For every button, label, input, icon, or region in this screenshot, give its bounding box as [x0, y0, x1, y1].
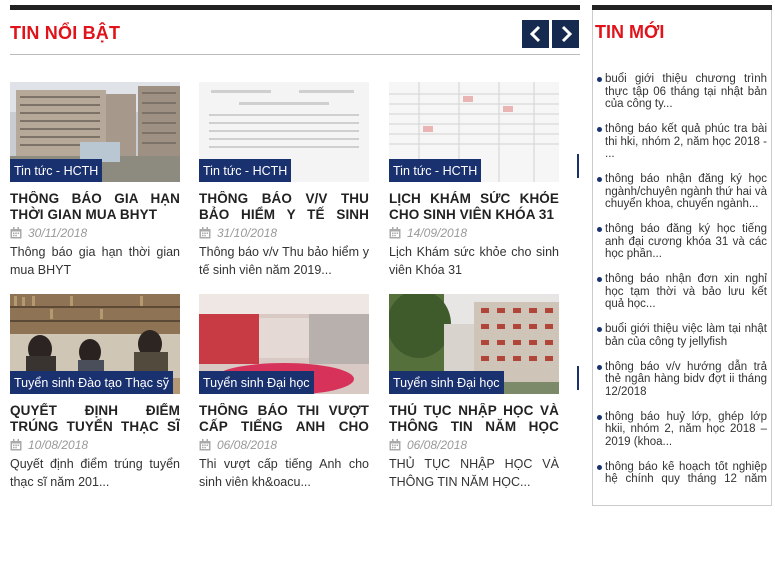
featured-title: TIN NỔI BẬT [10, 23, 121, 43]
news-thumbnail[interactable]: Tuyển sinh Đại học [199, 294, 369, 394]
category-badge[interactable]: Tin tức - HCTH [10, 159, 103, 182]
news-title[interactable]: THỦ TỤC NHẬP HỌC VÀ THÔNG TIN NĂM HỌC MỚ… [389, 403, 559, 435]
news-thumbnail[interactable]: Tuyển sinh Đào tạo Thạc sỹ [10, 294, 180, 394]
news-date-row: 31/10/2018 [199, 225, 369, 240]
slider-indicator [577, 366, 579, 390]
latest-news-item[interactable]: thông báo đăng ký học tiếng anh đại cươn… [597, 223, 767, 261]
latest-news-item[interactable]: thông báo nhận đăng ký học ngành/chuyên … [597, 173, 767, 211]
calendar-icon [199, 226, 211, 238]
news-card: Tuyển sinh Đại học THỦ TỤC NHẬP HỌC VÀ T… [389, 294, 559, 491]
news-date: 14/09/2018 [407, 225, 468, 240]
latest-news-list: buổi giới thiệu chương trình thực tập 06… [597, 73, 767, 498]
news-card: Tin tức - HCTH THÔNG BÁO GIA HẠN THỜI GI… [10, 82, 180, 279]
news-description: Lịch Khám sức khỏe cho sinh viên Khóa 31 [389, 245, 559, 277]
news-date-row: 10/08/2018 [10, 437, 180, 452]
news-description: Quyết định điểm trúng tuyển thạc sĩ năm … [10, 457, 180, 489]
next-button[interactable] [552, 20, 579, 48]
slider-indicator [577, 154, 579, 178]
latest-news-item[interactable]: buổi giới thiệu việc làm tại nhật bản củ… [597, 323, 767, 348]
latest-news-item[interactable]: thông báo kế hoạch tốt nghiệp hệ chính q… [597, 461, 767, 486]
calendar-icon [10, 438, 22, 450]
category-badge[interactable]: Tin tức - HCTH [199, 159, 292, 182]
news-date: 10/08/2018 [28, 437, 89, 452]
news-description: Thông báo gia hạn thời gian mua BHYT [10, 245, 180, 277]
latest-news-item[interactable]: thông báo v/v hướng dẫn trả thẻ ngân hàn… [597, 361, 767, 399]
calendar-icon [389, 438, 401, 450]
calendar-icon [199, 438, 211, 450]
news-card: Tin tức - HCTH LỊCH KHÁM SỨC KHỎE CHO SI… [389, 82, 559, 279]
news-date-row: 14/09/2018 [389, 225, 559, 240]
category-badge[interactable]: Tuyển sinh Đại học [199, 371, 314, 394]
news-title[interactable]: QUYẾT ĐỊNH ĐIỂM TRÚNG TUYỂN THẠC SĨ NĂM … [10, 403, 180, 435]
news-date: 06/08/2018 [407, 437, 468, 452]
calendar-icon [10, 226, 22, 238]
news-description: Thi vượt cấp tiếng Anh cho sinh viên kh&… [199, 457, 369, 489]
news-thumbnail[interactable]: Tin tức - HCTH [199, 82, 369, 182]
featured-news-section: TIN NỔI BẬT Tin tức - HCTH THÔNG BÁO GIA… [10, 5, 580, 489]
chevron-left-icon [529, 25, 540, 43]
news-thumbnail[interactable]: Tuyển sinh Đại học [389, 294, 559, 394]
sidebar-top-bar [592, 5, 772, 10]
news-title[interactable]: THÔNG BÁO THI VƯỢT CẤP TIẾNG ANH CHO SIN… [199, 403, 369, 435]
news-thumbnail[interactable]: Tin tức - HCTH [389, 82, 559, 182]
news-card: Tin tức - HCTH THÔNG BÁO V/V THU BẢO HIỂ… [199, 82, 369, 279]
latest-news-item[interactable]: thông báo kết quả phúc tra bài thi hki, … [597, 123, 767, 161]
news-card: Tuyển sinh Đại học THÔNG BÁO THI VƯỢT CẤ… [199, 294, 369, 491]
chevron-right-icon [561, 25, 572, 43]
news-date: 30/11/2018 [28, 225, 88, 240]
category-badge[interactable]: Tuyển sinh Đại học [389, 371, 504, 394]
news-title[interactable]: THÔNG BÁO GIA HẠN THỜI GIAN MUA BHYT [10, 191, 180, 223]
news-date-row: 30/11/2018 [10, 225, 180, 240]
featured-header: TIN NỔI BẬT [10, 10, 580, 55]
latest-news-item[interactable]: buổi giới thiệu chương trình thực tập 06… [597, 73, 767, 111]
news-description: Thông báo v/v Thu bảo hiểm y tế sinh viê… [199, 245, 369, 277]
news-date-row: 06/08/2018 [199, 437, 369, 452]
news-description: THỦ TỤC NHẬP HỌC VÀ THÔNG TIN NĂM HỌC... [389, 457, 559, 489]
news-date: 31/10/2018 [217, 225, 278, 240]
category-badge[interactable]: Tin tức - HCTH [389, 159, 482, 182]
latest-news-sidebar: TIN MỚI buổi giới thiệu chương trình thự… [592, 5, 772, 506]
news-thumbnail[interactable]: Tin tức - HCTH [10, 82, 180, 182]
news-card: Tuyển sinh Đào tạo Thạc sỹ QUYẾT ĐỊNH ĐI… [10, 294, 180, 491]
latest-title: TIN MỚI [595, 22, 665, 42]
news-date-row: 06/08/2018 [389, 437, 559, 452]
news-title[interactable]: LỊCH KHÁM SỨC KHỎE CHO SINH VIÊN KHÓA 31 [389, 191, 559, 223]
category-badge[interactable]: Tuyển sinh Đào tạo Thạc sỹ [10, 371, 173, 394]
prev-button[interactable] [522, 20, 549, 48]
news-title[interactable]: THÔNG BÁO V/V THU BẢO HIỂM Y TẾ SINH VIÊ… [199, 191, 369, 223]
latest-news-item[interactable]: thông báo nhận đơn xin nghỉ học tạm thời… [597, 273, 767, 311]
news-date: 06/08/2018 [217, 437, 278, 452]
latest-news-item[interactable]: thông báo huỷ lớp, ghép lớp hkii, nhóm 2… [597, 411, 767, 449]
calendar-icon [389, 226, 401, 238]
